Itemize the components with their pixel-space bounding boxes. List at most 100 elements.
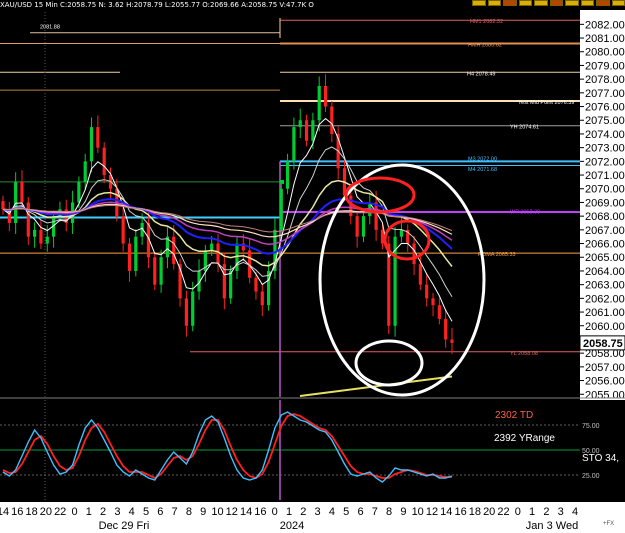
candle-body xyxy=(14,181,18,223)
candle-body xyxy=(102,147,106,176)
time-tick-label: 7 xyxy=(172,506,178,518)
time-tick-label: 12 xyxy=(426,506,438,518)
time-tick-label: 14 xyxy=(440,506,452,518)
candle-body xyxy=(317,85,321,121)
price-tick-label: 2060.00 xyxy=(585,321,625,333)
level-label: YH 2074.61 xyxy=(510,125,539,131)
indicator-tick-label: 75.00 xyxy=(582,423,600,430)
level-label: H4 2078.49 xyxy=(467,71,495,77)
time-tick-label: 20 xyxy=(40,506,52,518)
time-tick-label: 8 xyxy=(386,506,392,518)
chart-canvas[interactable]: 2082.00 2081.00 2080.002079.00 2078.00 2077.… xyxy=(0,0,625,533)
price-tick-label: 2074.00 xyxy=(585,129,625,141)
yrange-label: 2392 YRange xyxy=(494,433,555,444)
candle-body xyxy=(431,298,435,306)
candle-body xyxy=(260,291,264,306)
candle-body xyxy=(355,216,359,237)
candle-body xyxy=(216,243,220,265)
candle-body xyxy=(77,181,81,203)
price-tick-label: 2078.00 xyxy=(585,74,625,86)
level-label: HMH 2080.62 xyxy=(468,43,502,49)
candle-body xyxy=(304,120,309,141)
time-tick-label: 2 xyxy=(543,506,549,518)
indicator-tick-label: 25.00 xyxy=(582,473,600,480)
time-tick-label: 16 xyxy=(454,506,466,518)
candle-body xyxy=(39,229,43,244)
level-label: HM1 2082.32 xyxy=(470,19,503,25)
candle-body xyxy=(330,106,334,134)
level-label: M4 2071.68 xyxy=(468,167,497,173)
price-tick-label: 2062.00 xyxy=(585,293,625,305)
time-tick-label: 3 xyxy=(315,506,321,518)
price-tick-label: 2066.00 xyxy=(585,239,625,251)
candle-body xyxy=(399,229,404,237)
candle-body xyxy=(184,298,188,326)
current-price-label: 2058.75 xyxy=(583,338,623,350)
candle-body xyxy=(323,85,328,107)
candle-body xyxy=(279,188,283,230)
time-tick-label: 10 xyxy=(211,506,223,518)
candle-body xyxy=(437,305,441,319)
candle-body xyxy=(121,216,125,244)
time-tick-label: 0 xyxy=(71,506,77,518)
candle-body xyxy=(33,229,37,237)
time-tick-label: 12 xyxy=(226,506,238,518)
time-tick-label: 9 xyxy=(400,506,406,518)
candle-body xyxy=(134,236,138,271)
candle-body xyxy=(425,284,429,299)
time-tick-label: 2 xyxy=(300,506,306,518)
candle-body xyxy=(172,236,176,265)
candle-body xyxy=(153,257,157,285)
time-tick-label: 1 xyxy=(286,506,292,518)
price-tick-label: 2075.00 xyxy=(585,115,625,127)
candle-body xyxy=(254,277,258,292)
price-tick-label: 2061.00 xyxy=(585,307,625,319)
time-tick-label: 4 xyxy=(572,506,578,518)
time-tick-label: 16 xyxy=(254,506,266,518)
time-tick-label: 0 xyxy=(272,506,278,518)
time-tick-label: 7 xyxy=(372,506,378,518)
time-tick-label: 0 xyxy=(515,506,521,518)
candle-body xyxy=(20,181,24,203)
time-tick-label: 20 xyxy=(483,506,495,518)
price-tick-label: 2055.00 xyxy=(585,389,625,401)
price-tick-label: 2065.00 xyxy=(585,252,625,264)
time-tick-label: 6 xyxy=(357,506,363,518)
price-tick-label: 2071.00 xyxy=(585,170,625,182)
time-tick-label: 14 xyxy=(0,506,9,518)
candle-body xyxy=(311,120,315,141)
candle-body xyxy=(45,236,49,244)
sto-label: STO 34, xyxy=(582,453,619,464)
td-label: 2302 TD xyxy=(495,410,533,421)
price-tick-label: 2056.00 xyxy=(585,376,625,388)
time-tick-label: 4 xyxy=(129,506,135,518)
candle-body xyxy=(210,243,214,251)
time-tick-label: 5 xyxy=(143,506,149,518)
price-tick-label: 2080.00 xyxy=(585,47,625,59)
price-tick-label: 2079.00 xyxy=(585,60,625,72)
time-tick-label: 16 xyxy=(11,506,23,518)
level-label: M3 2072.00 xyxy=(468,156,497,162)
time-tick-label: 22 xyxy=(54,506,66,518)
price-tick-label: 2072.00 xyxy=(585,156,625,168)
corner-text: +FX xyxy=(603,521,614,527)
candle-body xyxy=(450,339,454,343)
candle-body xyxy=(285,161,290,189)
time-tick-label: 6 xyxy=(157,506,163,518)
time-tick-label: 9 xyxy=(200,506,206,518)
price-tick-label: 2073.00 xyxy=(585,143,625,155)
candle-body xyxy=(298,120,302,128)
price-tick-label: 2064.00 xyxy=(585,266,625,278)
time-tick-label: 3 xyxy=(558,506,564,518)
candle-body xyxy=(229,270,233,299)
price-tick-label: 2069.00 xyxy=(585,197,625,209)
candle-body xyxy=(412,243,416,265)
price-tick-label: 2082.00 xyxy=(585,19,625,31)
candle-body xyxy=(374,202,378,230)
candle-body xyxy=(292,127,296,162)
time-tick-label: 14 xyxy=(240,506,252,518)
level-label: 2081.88 xyxy=(40,25,60,31)
level-label: Yest Mid Point 2076.39 xyxy=(518,100,574,106)
price-tick-label: 2063.00 xyxy=(585,280,625,292)
time-tick-label: 22 xyxy=(497,506,509,518)
